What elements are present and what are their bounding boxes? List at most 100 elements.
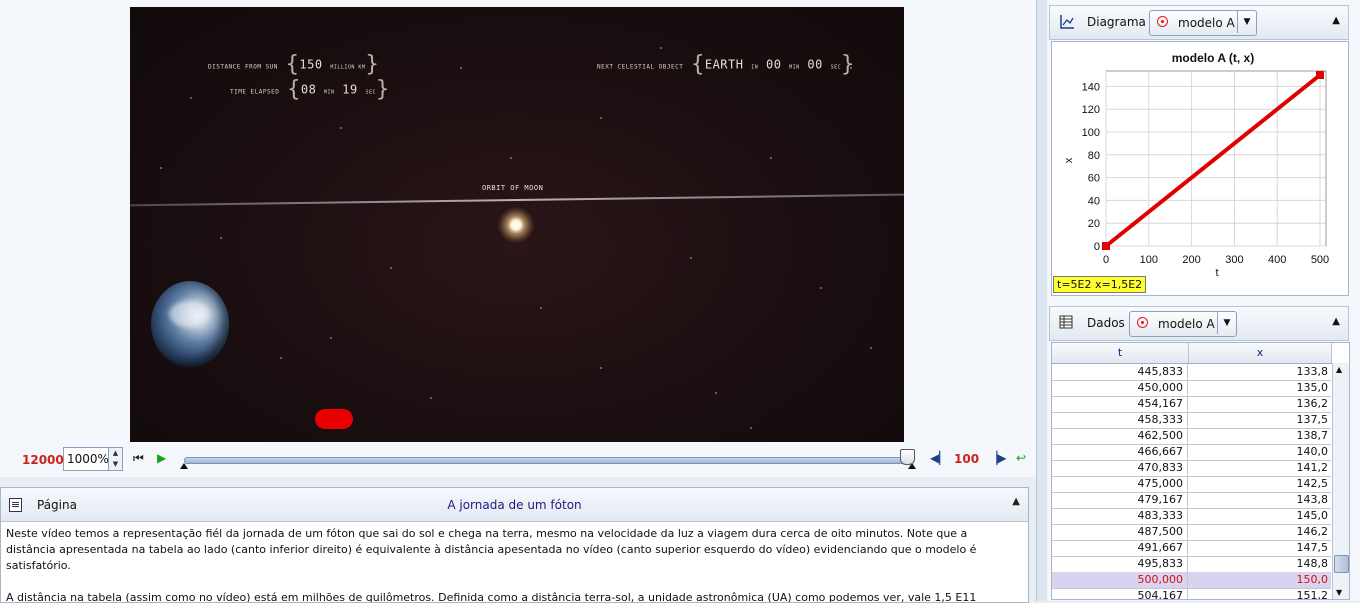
cell-x[interactable]: 147,5 xyxy=(1189,540,1331,556)
moon-orbit-line xyxy=(130,193,904,207)
loop-icon[interactable]: ↩ xyxy=(1016,451,1026,465)
table-row[interactable]: 491,667 147,5 xyxy=(1052,540,1331,557)
cell-x[interactable]: 135,0 xyxy=(1189,380,1331,396)
cell-x[interactable]: 151,2 xyxy=(1189,588,1331,599)
scroll-thumb[interactable] xyxy=(1334,555,1349,573)
data-table: t x 445,833 133,8 450,000 135,0 454,167 136,2… xyxy=(1051,342,1350,600)
cell-t[interactable]: 487,500 xyxy=(1052,524,1188,540)
table-row[interactable]: 504,167 151,2 xyxy=(1052,588,1331,599)
spin-down-icon[interactable]: ▼ xyxy=(109,459,122,470)
collapse-icon[interactable]: ▲ xyxy=(1332,15,1340,26)
column-header-x[interactable]: x xyxy=(1189,343,1332,364)
page-paragraph: Neste vídeo temos a representação fiél d… xyxy=(6,527,977,572)
cell-x[interactable]: 133,8 xyxy=(1189,364,1331,380)
hud-next-min: 00 xyxy=(765,57,782,72)
data-model-select[interactable]: modelo A ▼ xyxy=(1129,311,1237,337)
zoom-field[interactable]: 1000% ▲ ▼ xyxy=(63,447,123,471)
cell-t[interactable]: 454,167 xyxy=(1052,396,1188,412)
cell-x[interactable]: 143,8 xyxy=(1189,492,1331,508)
photon-light-point xyxy=(498,207,534,243)
x-tick-label: 500 xyxy=(1311,254,1329,266)
table-row[interactable]: 458,333 137,5 xyxy=(1052,412,1331,429)
cell-t[interactable]: 479,167 xyxy=(1052,492,1188,508)
cell-t[interactable]: 491,667 xyxy=(1052,540,1188,556)
page-panel-header: A jornada de um fóton Página ▲ xyxy=(1,488,1028,522)
chevron-down-icon[interactable]: ▼ xyxy=(1217,312,1236,334)
cell-x[interactable]: 146,2 xyxy=(1189,524,1331,540)
chevron-down-icon[interactable]: ▼ xyxy=(1237,11,1256,33)
table-row[interactable]: 500,000 150,0 xyxy=(1052,572,1331,589)
cell-x[interactable]: 137,5 xyxy=(1189,412,1331,428)
scroll-up-icon[interactable]: ▲ xyxy=(1336,365,1342,374)
scroll-down-icon[interactable]: ▼ xyxy=(1336,588,1342,597)
diagram-chart[interactable]: 0 100 200 300 400 500 0 20 40 60 80 100 120 140 modelo… xyxy=(1051,41,1349,296)
diagram-model-select[interactable]: modelo A ▼ xyxy=(1149,10,1257,36)
video-frame[interactable]: DISTANCE FROM SUN {150 MILLION KM} TIME … xyxy=(130,7,904,442)
cell-t[interactable]: 495,833 xyxy=(1052,556,1188,572)
table-row[interactable]: 454,167 136,2 xyxy=(1052,396,1331,413)
cell-x[interactable]: 142,5 xyxy=(1189,476,1331,492)
cell-x[interactable]: 148,8 xyxy=(1189,556,1331,572)
step-size[interactable]: 100 xyxy=(954,452,979,466)
x-tick-label: 300 xyxy=(1225,254,1243,266)
table-row[interactable]: 466,667 140,0 xyxy=(1052,444,1331,461)
column-header-t[interactable]: t xyxy=(1052,343,1189,364)
diagram-panel-header: Diagrama modelo A ▼ ▲ xyxy=(1049,5,1349,40)
data-point xyxy=(1102,242,1110,250)
tracked-point-marker[interactable] xyxy=(315,409,353,429)
table-row[interactable]: 495,833 148,8 xyxy=(1052,556,1331,573)
playback-slider[interactable] xyxy=(184,457,910,464)
collapse-icon[interactable]: ▲ xyxy=(1332,316,1340,327)
cell-x[interactable]: 145,0 xyxy=(1189,508,1331,524)
cell-t[interactable]: 450,000 xyxy=(1052,380,1188,396)
cell-t[interactable]: 462,500 xyxy=(1052,428,1188,444)
cell-t[interactable]: 483,333 xyxy=(1052,508,1188,524)
collapse-icon[interactable]: ▲ xyxy=(1012,496,1020,507)
play-button[interactable]: ▶ xyxy=(157,451,166,465)
brace-icon: { xyxy=(285,52,300,77)
y-tick-label: 0 xyxy=(1094,241,1100,253)
go-to-start-button[interactable]: ⏮ xyxy=(133,451,144,466)
hud-distance-unit: MILLION KM xyxy=(330,64,366,71)
cell-t[interactable]: 504,167 xyxy=(1052,588,1188,599)
hud-time-label: TIME ELAPSED xyxy=(230,88,280,96)
brace-icon: } xyxy=(365,52,380,77)
table-row[interactable]: 479,167 143,8 xyxy=(1052,492,1331,509)
table-row[interactable]: 487,500 146,2 xyxy=(1052,524,1331,541)
table-row[interactable]: 445,833 133,8 xyxy=(1052,364,1331,381)
cell-t[interactable]: 466,667 xyxy=(1052,444,1188,460)
spin-up-icon[interactable]: ▲ xyxy=(109,448,122,459)
page-tab-label[interactable]: Página xyxy=(37,498,77,512)
table-row[interactable]: 462,500 138,7 xyxy=(1052,428,1331,445)
brace-icon: } xyxy=(376,77,390,102)
slider-thumb[interactable] xyxy=(900,449,915,465)
brace-icon: { xyxy=(691,52,705,77)
hud-time-sec-unit: SEC xyxy=(365,89,377,96)
y-tick-label: 80 xyxy=(1088,150,1100,162)
cell-x[interactable]: 140,0 xyxy=(1189,444,1331,460)
cell-t[interactable]: 470,833 xyxy=(1052,460,1188,476)
table-row[interactable]: 475,000 142,5 xyxy=(1052,476,1331,493)
cell-t[interactable]: 458,333 xyxy=(1052,412,1188,428)
model-target-icon xyxy=(1157,16,1168,27)
cell-x[interactable]: 141,2 xyxy=(1189,460,1331,476)
cell-x[interactable]: 150,0 xyxy=(1189,572,1331,588)
zoom-value[interactable]: 1000% xyxy=(67,452,109,466)
slider-start-marker[interactable] xyxy=(180,463,188,469)
cell-t[interactable]: 500,000 xyxy=(1052,572,1188,588)
cell-t[interactable]: 475,000 xyxy=(1052,476,1188,492)
step-forward-button[interactable]: ▕▶ xyxy=(988,451,1006,465)
table-row[interactable]: 450,000 135,0 xyxy=(1052,380,1331,397)
table-scrollbar[interactable]: ▲ ▼ xyxy=(1332,363,1349,599)
cell-t[interactable]: 445,833 xyxy=(1052,364,1188,380)
table-icon xyxy=(1059,315,1073,333)
cell-x[interactable]: 138,7 xyxy=(1189,428,1331,444)
x-tick-label: 0 xyxy=(1103,254,1109,266)
cell-x[interactable]: 136,2 xyxy=(1189,396,1331,412)
zoom-spinner[interactable]: ▲ ▼ xyxy=(108,448,122,470)
hud-time-min-unit: MIN xyxy=(324,89,335,96)
step-back-button[interactable]: ◀▏ xyxy=(930,451,948,465)
table-row[interactable]: 483,333 145,0 xyxy=(1052,508,1331,525)
frame-count[interactable]: 12000 xyxy=(22,453,64,467)
table-row[interactable]: 470,833 141,2 xyxy=(1052,460,1331,477)
